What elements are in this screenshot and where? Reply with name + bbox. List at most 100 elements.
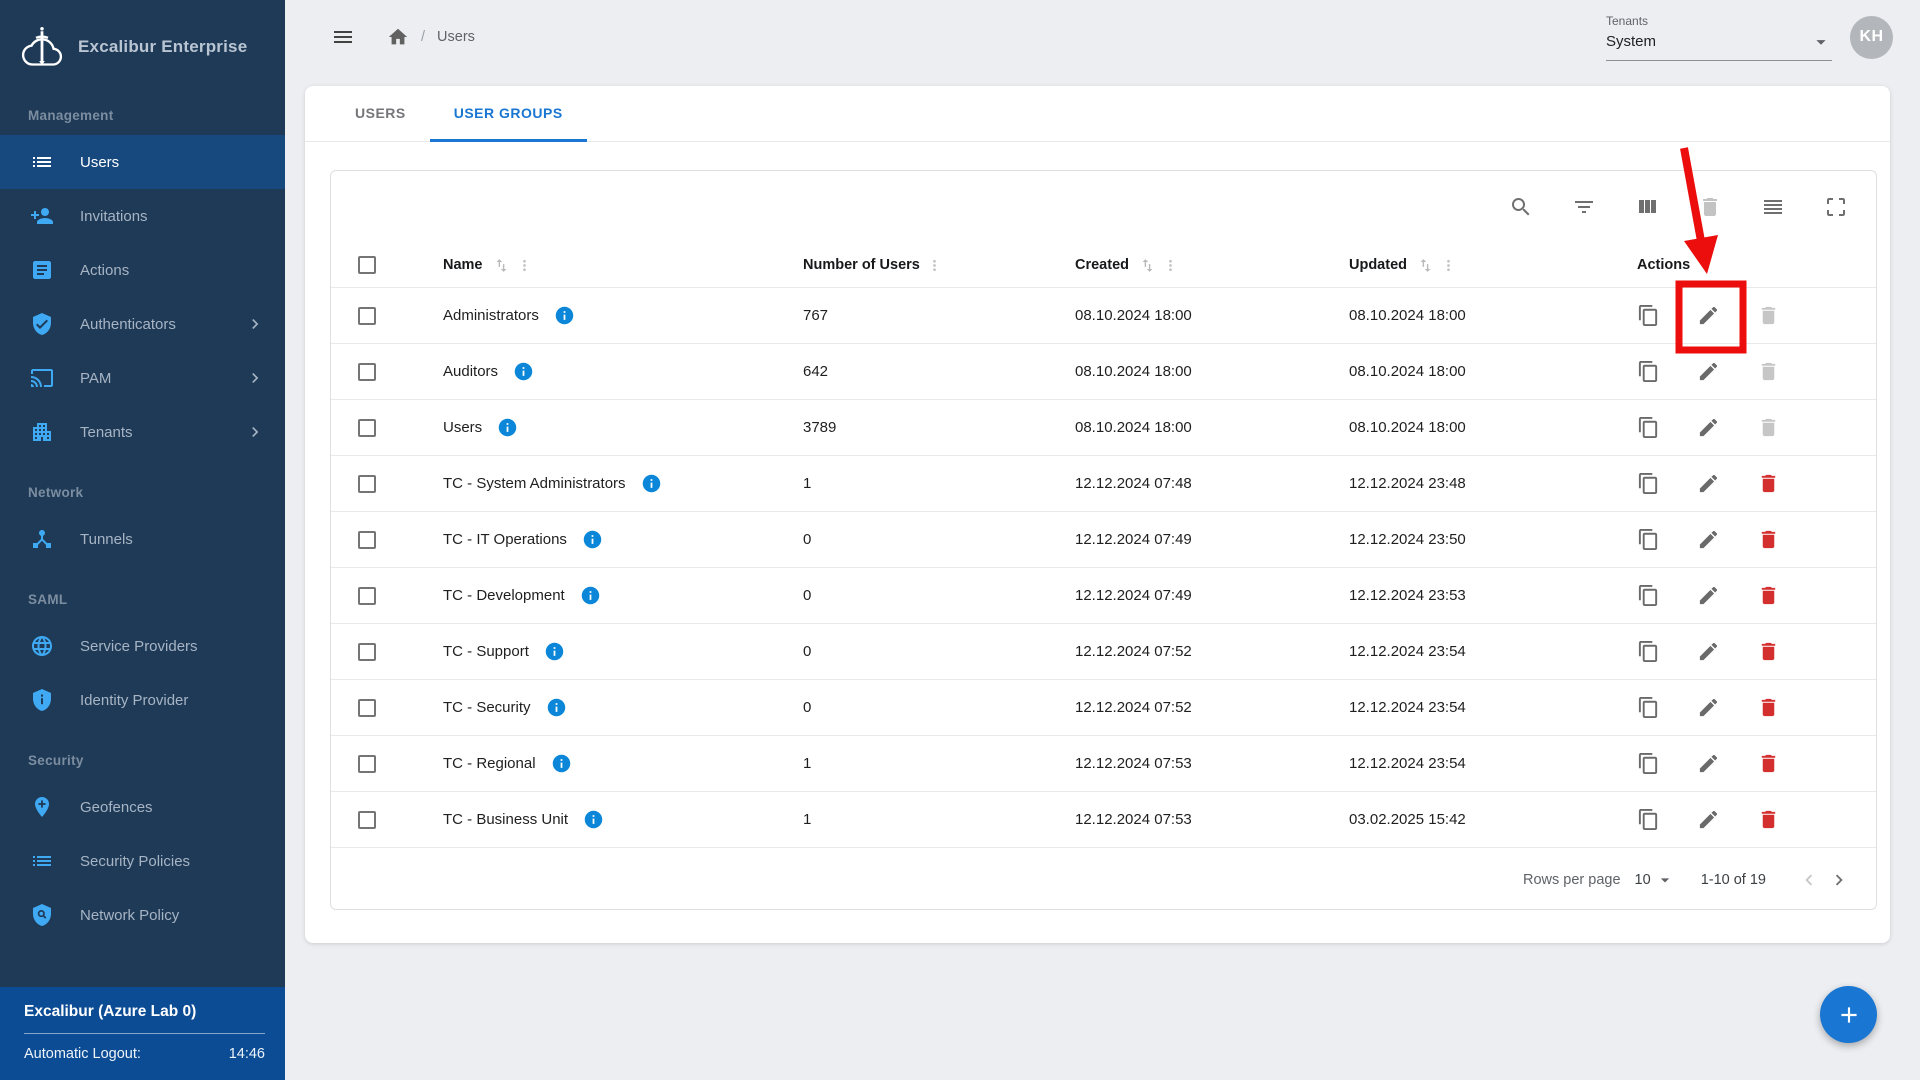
info-icon[interactable] [641,473,662,494]
sidebar-item-tunnels[interactable]: Tunnels [0,512,285,566]
group-users-count: 0 [763,587,1035,604]
sidebar-item-actions[interactable]: Actions [0,243,285,297]
sidebar-item-tenants[interactable]: Tenants [0,405,285,459]
table-header-row: NameNumber of UsersCreatedUpdatedActions [331,243,1876,287]
row-checkbox[interactable] [358,363,376,381]
duplicate-button[interactable] [1637,304,1660,327]
info-icon[interactable] [551,753,572,774]
sidebar-item-geofences[interactable]: Geofences [0,780,285,834]
column-menu-icon[interactable] [926,257,943,274]
delete-button[interactable] [1757,696,1780,719]
edit-button[interactable] [1697,696,1720,719]
edit-button[interactable] [1697,808,1720,831]
duplicate-button[interactable] [1637,752,1660,775]
add-user-group-button[interactable] [1820,986,1877,1043]
toolbar-filter-button[interactable] [1566,189,1602,225]
sidebar-item-label: PAM [80,370,111,387]
sort-icon[interactable] [493,257,510,274]
info-icon[interactable] [583,809,604,830]
sidebar-item-users[interactable]: Users [0,135,285,189]
edit-button[interactable] [1697,416,1720,439]
sidebar-item-label: Security Policies [80,853,190,870]
edit-button[interactable] [1697,528,1720,551]
info-icon[interactable] [580,585,601,606]
info-icon[interactable] [546,697,567,718]
info-icon[interactable] [544,641,565,662]
delete-button[interactable] [1757,416,1780,439]
breadcrumb: / Users [387,26,475,48]
sidebar-item-pam[interactable]: PAM [0,351,285,405]
avatar[interactable]: KH [1850,16,1893,59]
row-checkbox[interactable] [358,699,376,717]
info-icon[interactable] [554,305,575,326]
column-menu-icon[interactable] [516,257,533,274]
column-menu-icon[interactable] [1440,257,1457,274]
toolbar-search-button[interactable] [1503,189,1539,225]
group-created: 08.10.2024 18:00 [1035,419,1309,436]
delete-button[interactable] [1757,304,1780,327]
edit-button[interactable] [1697,472,1720,495]
duplicate-button[interactable] [1637,808,1660,831]
delete-button[interactable] [1757,584,1780,607]
edit-button[interactable] [1697,752,1720,775]
topbar: / Users Tenants System KH [285,0,1920,74]
sort-icon[interactable] [1139,257,1156,274]
row-checkbox[interactable] [358,475,376,493]
table-body: Administrators76708.10.2024 18:0008.10.2… [331,287,1876,847]
sidebar-item-service-providers[interactable]: Service Providers [0,619,285,673]
select-all-checkbox[interactable] [358,256,376,274]
row-checkbox[interactable] [358,307,376,325]
duplicate-button[interactable] [1637,696,1660,719]
duplicate-button[interactable] [1637,640,1660,663]
edit-button[interactable] [1697,360,1720,383]
footer-divider [24,1033,265,1034]
previous-page-button[interactable] [1794,865,1824,895]
sidebar-item-network-policy[interactable]: Network Policy [0,888,285,942]
content-card: USERSUSER GROUPS NameNumber of UsersCrea… [305,86,1890,943]
rows-per-page-select[interactable]: 10 [1635,870,1675,890]
tab-user-groups[interactable]: USER GROUPS [430,86,587,142]
sidebar-nav: ManagementUsersInvitationsActionsAuthent… [0,82,285,987]
edit-button[interactable] [1697,640,1720,663]
sort-icon[interactable] [1417,257,1434,274]
sidebar-item-invitations[interactable]: Invitations [0,189,285,243]
row-checkbox[interactable] [358,587,376,605]
next-page-button[interactable] [1824,865,1854,895]
tenant-select[interactable]: Tenants System [1606,14,1832,61]
delete-button[interactable] [1757,472,1780,495]
info-icon[interactable] [513,361,534,382]
duplicate-button[interactable] [1637,416,1660,439]
row-checkbox[interactable] [358,531,376,549]
group-users-count: 0 [763,531,1035,548]
duplicate-button[interactable] [1637,360,1660,383]
toolbar-density-button[interactable] [1755,189,1791,225]
sidebar-item-authenticators[interactable]: Authenticators [0,297,285,351]
duplicate-button[interactable] [1637,472,1660,495]
duplicate-button[interactable] [1637,584,1660,607]
home-icon[interactable] [387,26,409,48]
column-menu-icon[interactable] [1162,257,1179,274]
delete-button[interactable] [1757,640,1780,663]
edit-button[interactable] [1697,584,1720,607]
sidebar-item-identity-provider[interactable]: Identity Provider [0,673,285,727]
info-icon[interactable] [497,417,518,438]
delete-button[interactable] [1757,528,1780,551]
toolbar-columns-button[interactable] [1629,189,1665,225]
row-checkbox[interactable] [358,755,376,773]
sidebar-item-security-policies[interactable]: Security Policies [0,834,285,888]
delete-button[interactable] [1757,360,1780,383]
edit-button[interactable] [1697,304,1720,327]
delete-button[interactable] [1757,752,1780,775]
auto-logout-timer: 14:46 [229,1046,265,1062]
menu-toggle-button[interactable] [325,19,361,55]
toolbar-fullscreen-button[interactable] [1818,189,1854,225]
delete-button[interactable] [1757,808,1780,831]
toolbar-trash-button[interactable] [1692,189,1728,225]
table-row: TC - Security012.12.2024 07:5212.12.2024… [331,679,1876,735]
info-icon[interactable] [582,529,603,550]
row-checkbox[interactable] [358,811,376,829]
tab-users[interactable]: USERS [331,86,430,142]
duplicate-button[interactable] [1637,528,1660,551]
row-checkbox[interactable] [358,643,376,661]
row-checkbox[interactable] [358,419,376,437]
